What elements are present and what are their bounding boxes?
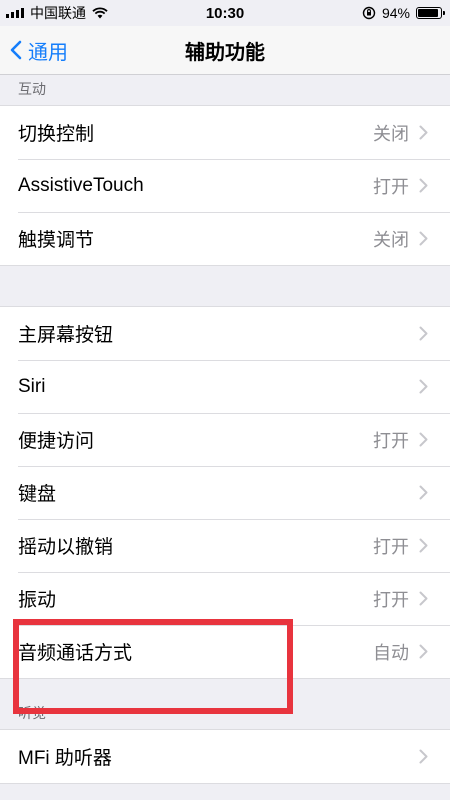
row-label: 键盘 <box>18 484 57 505</box>
chevron-right-icon <box>419 231 428 246</box>
section-header-interaction: 互动 <box>18 81 46 97</box>
signal-icon <box>6 8 24 18</box>
chevron-right-icon <box>419 432 428 447</box>
chevron-right-icon <box>419 326 428 341</box>
row-value: 关闭 <box>373 229 409 250</box>
row-label: Siri <box>18 375 46 397</box>
row-reachability[interactable]: 便捷访问 打开 <box>0 413 450 466</box>
back-label: 通用 <box>28 41 68 64</box>
row-label: 音频通话方式 <box>18 643 133 664</box>
orientation-lock-icon <box>362 6 376 20</box>
settings-list[interactable]: 互动 切换控制 关闭 AssistiveTouch 打开 触摸调节 关闭 主屏幕… <box>0 75 450 784</box>
row-home-button[interactable]: 主屏幕按钮 <box>0 307 450 360</box>
wifi-icon <box>92 7 108 19</box>
chevron-right-icon <box>419 538 428 553</box>
row-value: 打开 <box>373 176 409 197</box>
row-touch-accommodations[interactable]: 触摸调节 关闭 <box>0 212 450 265</box>
row-label: 切换控制 <box>18 124 95 145</box>
row-siri[interactable]: Siri <box>0 360 450 413</box>
row-label: MFi 助听器 <box>18 748 112 769</box>
row-keyboard[interactable]: 键盘 <box>0 466 450 519</box>
group-hearing: MFi 助听器 <box>0 729 450 784</box>
row-shake-to-undo[interactable]: 摇动以撤销 打开 <box>0 519 450 572</box>
row-label: 摇动以撤销 <box>18 537 114 558</box>
chevron-right-icon <box>419 644 428 659</box>
nav-bar: 通用 辅助功能 <box>0 26 450 75</box>
chevron-right-icon <box>419 178 428 193</box>
status-right: 94% <box>362 5 450 21</box>
chevron-right-icon <box>419 379 428 394</box>
row-value: 打开 <box>373 430 409 451</box>
status-left: 中国联通 <box>0 3 108 23</box>
status-bar: 中国联通 10:30 94% <box>0 0 450 26</box>
row-vibration[interactable]: 振动 打开 <box>0 572 450 625</box>
group-general: 主屏幕按钮 Siri 便捷访问 打开 键盘 摇动以撤销 打开 振动 打开 音频通… <box>0 306 450 679</box>
row-value: 打开 <box>373 589 409 610</box>
row-assistivetouch[interactable]: AssistiveTouch 打开 <box>0 159 450 212</box>
section-header-hearing: 听觉 <box>18 705 46 721</box>
row-mfi-hearing-devices[interactable]: MFi 助听器 <box>0 730 450 783</box>
row-value: 自动 <box>373 642 409 663</box>
row-label: 振动 <box>18 590 57 611</box>
row-value: 关闭 <box>373 123 409 144</box>
battery-percent: 94% <box>381 5 410 21</box>
carrier-name: 中国联通 <box>30 5 86 21</box>
row-label: 便捷访问 <box>18 431 95 452</box>
back-button[interactable]: 通用 <box>0 36 68 65</box>
chevron-left-icon <box>10 40 22 60</box>
row-call-audio-routing[interactable]: 音频通话方式 自动 <box>0 625 450 678</box>
row-value: 打开 <box>373 536 409 557</box>
chevron-right-icon <box>419 591 428 606</box>
row-label: 触摸调节 <box>18 230 95 251</box>
battery-fill <box>418 9 438 17</box>
group-interaction: 切换控制 关闭 AssistiveTouch 打开 触摸调节 关闭 <box>0 105 450 266</box>
row-switch-control[interactable]: 切换控制 关闭 <box>0 106 450 159</box>
chevron-right-icon <box>419 749 428 764</box>
row-label: 主屏幕按钮 <box>18 325 114 346</box>
battery-icon <box>416 7 445 19</box>
row-label: AssistiveTouch <box>18 174 144 196</box>
chevron-right-icon <box>419 485 428 500</box>
chevron-right-icon <box>419 125 428 140</box>
